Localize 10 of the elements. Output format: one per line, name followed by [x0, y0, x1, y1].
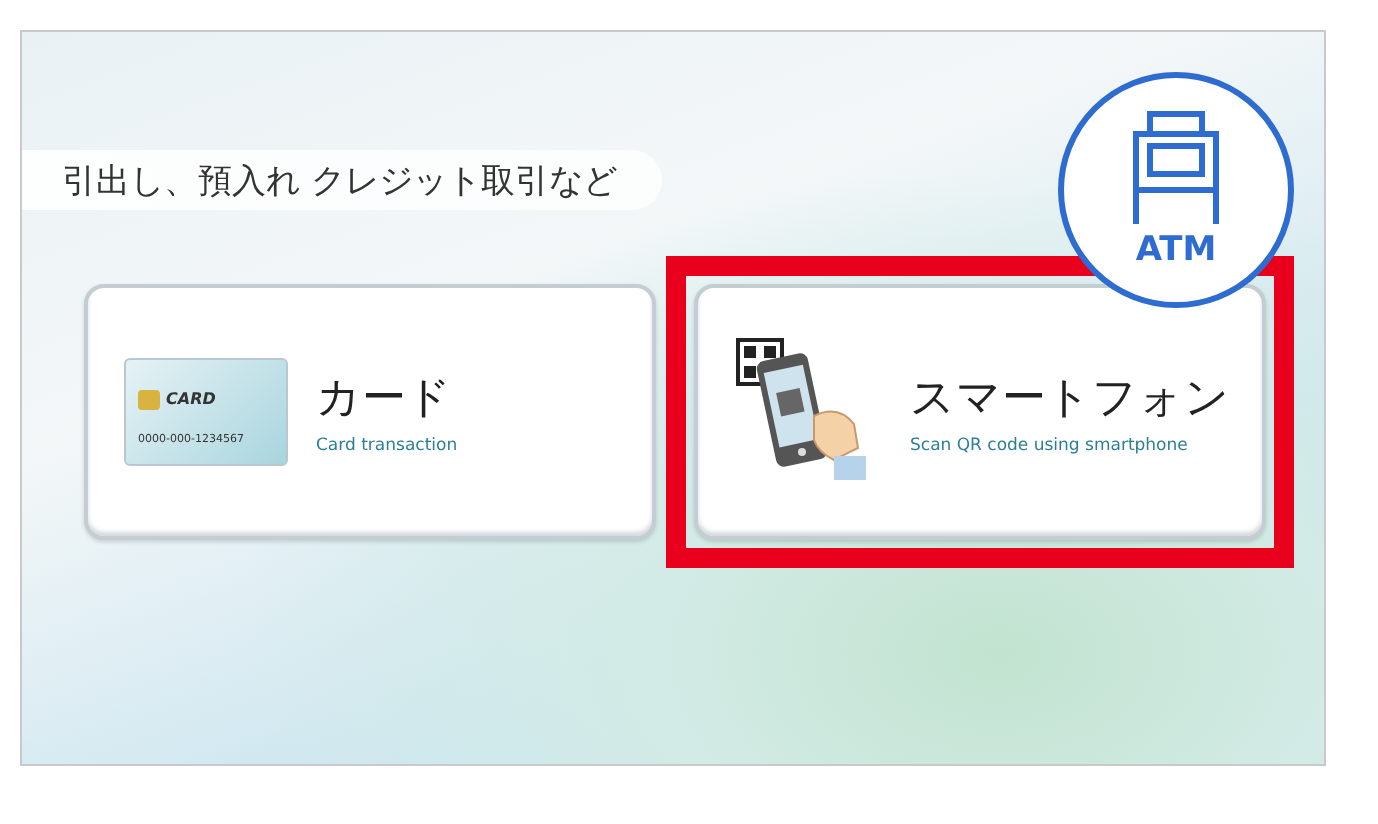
category-banner: 引出し、預入れ クレジット取引など [22, 150, 662, 210]
chip-icon [138, 390, 160, 410]
transaction-option[interactable]: スマートフォン Scan QR code using smartphone [694, 284, 1266, 540]
option-title: スマートフォン [910, 372, 1230, 428]
option-title: カード [316, 372, 452, 428]
atm-machine-icon [1130, 110, 1222, 226]
atm-label: ATM [1135, 230, 1217, 270]
card-label: CARD [166, 390, 216, 408]
option-subtitle: Scan QR code using smartphone [910, 436, 1188, 456]
option-subtitle: Card transaction [316, 436, 458, 456]
